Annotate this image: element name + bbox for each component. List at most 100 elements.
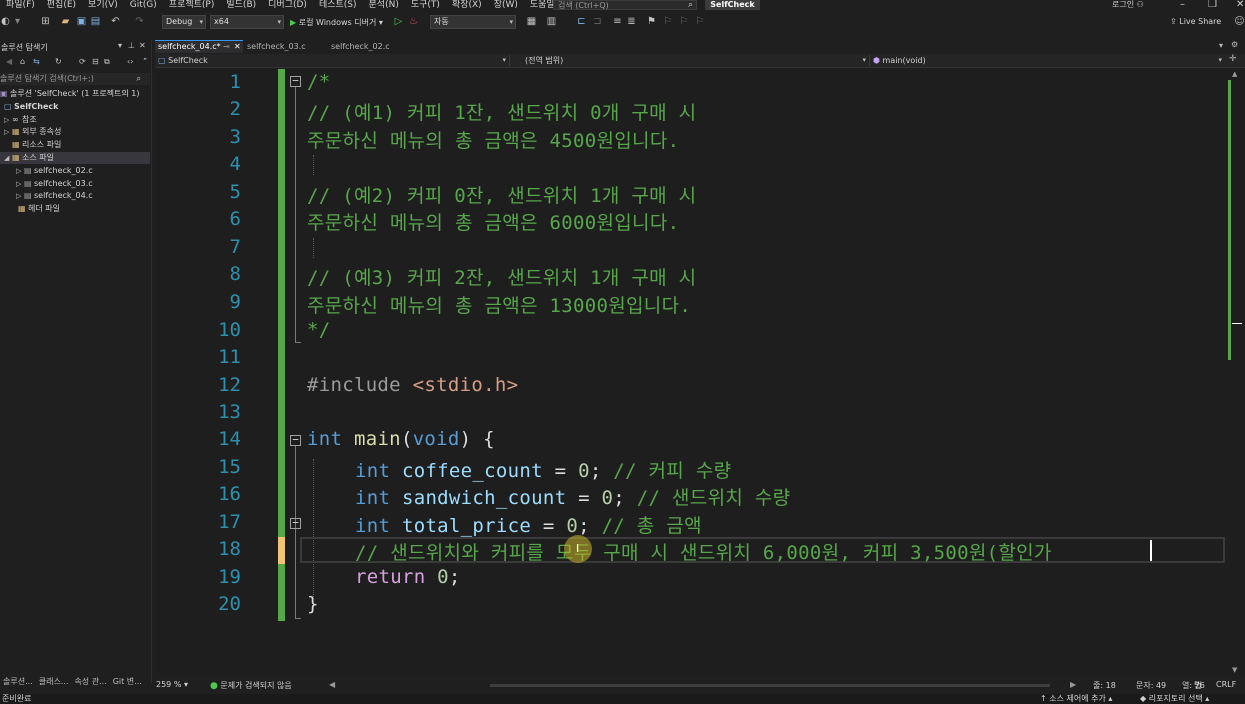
- back-icon[interactable]: ◀: [6, 57, 12, 66]
- hot-reload-icon[interactable]: ♨: [408, 16, 419, 27]
- tab-solution-explorer[interactable]: 솔루션...: [0, 676, 36, 688]
- tree-source-files[interactable]: ◢ ▦ 소스 파일: [0, 152, 150, 164]
- prev-bookmark-icon[interactable]: ⚐: [662, 16, 673, 27]
- tree-header-files[interactable]: ▦ 헤더 파일: [18, 203, 60, 215]
- next-bookmark-icon[interactable]: ⚐: [678, 16, 689, 27]
- menu-view[interactable]: 보기(V): [82, 0, 124, 11]
- uncomment-icon[interactable]: ≣: [626, 16, 637, 27]
- minimize-icon[interactable]: –: [1180, 0, 1185, 10]
- dropdown-icon[interactable]: ▾: [12, 16, 23, 27]
- tree-label: selfcheck_02.c: [34, 166, 93, 175]
- scroll-up-icon[interactable]: ▲: [1232, 70, 1237, 78]
- bookmark-icon[interactable]: ⚑: [646, 16, 657, 27]
- step-over-icon[interactable]: ⊐: [592, 16, 603, 27]
- close-icon[interactable]: ✕: [139, 41, 146, 50]
- tab-selfcheck-04[interactable]: selfcheck_04.c* ⊸ ✕: [155, 40, 243, 53]
- code-editor[interactable]: 1 2 3 4 5 6 7 8 9 10 11 12 13 14 15 16 1…: [155, 69, 1228, 676]
- tab-git-changes[interactable]: Git 변...: [110, 676, 145, 688]
- tab-overflow-icon[interactable]: ▾: [1219, 41, 1223, 50]
- issues-indicator[interactable]: ● 문제가 검색되지 않음: [210, 680, 292, 691]
- save-icon[interactable]: ▣: [76, 16, 87, 27]
- restore-icon[interactable]: ❐: [1208, 0, 1217, 10]
- switch-view-icon[interactable]: ⇆: [33, 57, 40, 66]
- menu-extensions[interactable]: 확장(X): [446, 0, 488, 11]
- open-folder-icon[interactable]: ▰: [60, 16, 71, 27]
- horizontal-scrollbar[interactable]: [490, 684, 1050, 687]
- eol-indicator[interactable]: CRLF: [1216, 680, 1236, 689]
- collapse-icon[interactable]: −: [290, 434, 301, 446]
- collapse-icon[interactable]: −: [290, 517, 301, 529]
- tree-references[interactable]: ▷ ∞ 참조: [4, 114, 37, 126]
- clear-bookmarks-icon[interactable]: ⚐: [694, 16, 705, 27]
- pin-icon[interactable]: ⊥: [128, 41, 135, 50]
- back-icon[interactable]: ◐: [0, 16, 11, 27]
- menu-file[interactable]: 파일(F): [0, 0, 41, 11]
- step-icon[interactable]: ⊏: [576, 16, 587, 27]
- split-icon[interactable]: ✛: [1229, 54, 1237, 64]
- undo-icon[interactable]: ↶: [110, 16, 121, 27]
- tab-property-manager[interactable]: 속성 관...: [71, 676, 109, 688]
- sync-icon[interactable]: ↻: [55, 57, 62, 66]
- login-button[interactable]: 로그인 ⚇: [1112, 0, 1144, 10]
- show-all-files-icon[interactable]: ⧉: [104, 57, 110, 67]
- more-icon[interactable]: ”: [143, 57, 147, 66]
- menu-test[interactable]: 테스트(S): [313, 0, 363, 11]
- collapse-all-icon[interactable]: ⊟: [92, 57, 99, 66]
- global-search-box[interactable]: 검색 (Ctrl+Q) ⌕: [553, 0, 697, 10]
- tab-selfcheck-02[interactable]: selfcheck_02.c: [328, 40, 393, 53]
- browse-icon[interactable]: ▦: [526, 16, 537, 27]
- zoom-level[interactable]: 259 % ▾: [156, 680, 188, 689]
- member-combo[interactable]: ⬢ main(void) ▾: [873, 55, 1225, 66]
- tree-file-selfcheck-03[interactable]: ▷ ▤ selfcheck_03.c: [16, 178, 93, 190]
- c-file-icon: ▤: [24, 191, 32, 200]
- feedback-icon[interactable]: ☺: [1234, 16, 1245, 27]
- add-to-source-control-button[interactable]: ↑ 소스 제어에 추가 ▴: [1040, 694, 1112, 704]
- tab-class-view[interactable]: 클래스...: [36, 676, 72, 688]
- home-icon[interactable]: ⌂: [20, 57, 25, 66]
- scope-combo[interactable]: (전역 범위) ▾: [525, 55, 870, 66]
- pin-icon[interactable]: ⊸: [223, 41, 230, 52]
- tree-external-deps[interactable]: ▷ ▦ 외부 종속성: [4, 126, 61, 138]
- save-all-icon[interactable]: ▤: [90, 16, 101, 27]
- redo-icon[interactable]: ↷: [134, 16, 145, 27]
- start-debugging-button[interactable]: ▶ 로컬 Windows 디버거 ▾: [290, 17, 383, 28]
- chevron-down-icon[interactable]: ▾: [118, 41, 122, 50]
- code-view-icon[interactable]: ‹›: [127, 57, 133, 66]
- tree-file-selfcheck-04[interactable]: ▷ ▤ selfcheck_04.c: [16, 190, 93, 202]
- close-icon[interactable]: ✕: [234, 41, 241, 52]
- layout-icon[interactable]: ▥: [546, 16, 557, 27]
- project-combo[interactable]: ▢ SelfCheck ▾: [158, 55, 510, 66]
- menu-build[interactable]: 빌드(B): [220, 0, 262, 11]
- menu-window[interactable]: 창(W): [488, 0, 524, 11]
- tree-resource-files[interactable]: ▦ 리소스 파일: [12, 139, 61, 151]
- menu-analyze[interactable]: 분석(N): [363, 0, 405, 11]
- select-repository-button[interactable]: ◆ 리포지토리 선택 ▴: [1140, 694, 1209, 704]
- menu-git[interactable]: Git(G): [124, 0, 163, 11]
- menu-edit[interactable]: 편집(E): [41, 0, 82, 11]
- auto-select[interactable]: 자동 ▾: [430, 15, 516, 29]
- scroll-left-icon[interactable]: ◀: [329, 680, 335, 689]
- scroll-right-icon[interactable]: ▶: [1070, 680, 1076, 689]
- tree-project[interactable]: ▢ SelfCheck: [4, 101, 58, 113]
- menu-debug[interactable]: 디버그(D): [262, 0, 313, 11]
- explorer-search-input[interactable]: 솔루션 탐색기 검색(Ctrl+;) ⌕: [0, 73, 150, 85]
- platform-value: x64: [214, 17, 229, 26]
- new-project-icon[interactable]: ⊞: [40, 16, 51, 27]
- close-window-icon[interactable]: ✕: [1236, 0, 1244, 10]
- tree-solution[interactable]: ▣ 솔루션 'SelfCheck' (1 프로젝트의 1): [0, 88, 140, 100]
- comment-icon[interactable]: ≡: [612, 16, 623, 27]
- scroll-down-icon[interactable]: ▼: [1232, 666, 1237, 674]
- platform-select[interactable]: x64 ▾: [210, 15, 284, 29]
- live-share-button[interactable]: ⇪ Live Share: [1170, 17, 1221, 26]
- start-without-debugging-icon[interactable]: ▷: [393, 16, 404, 27]
- tab-selfcheck-03[interactable]: selfcheck_03.c: [244, 40, 309, 53]
- config-select[interactable]: Debug ▾: [162, 15, 206, 29]
- tree-file-selfcheck-02[interactable]: ▷ ▤ selfcheck_02.c: [16, 165, 93, 177]
- keyword: int: [355, 460, 391, 482]
- menu-project[interactable]: 프로젝트(P): [163, 0, 221, 11]
- tab-indicator[interactable]: 탭: [1194, 680, 1201, 691]
- collapse-icon[interactable]: −: [290, 75, 301, 87]
- refresh-icon[interactable]: ⟳: [79, 57, 86, 66]
- settings-icon[interactable]: ⚙: [1231, 40, 1238, 49]
- menu-tools[interactable]: 도구(T): [405, 0, 446, 11]
